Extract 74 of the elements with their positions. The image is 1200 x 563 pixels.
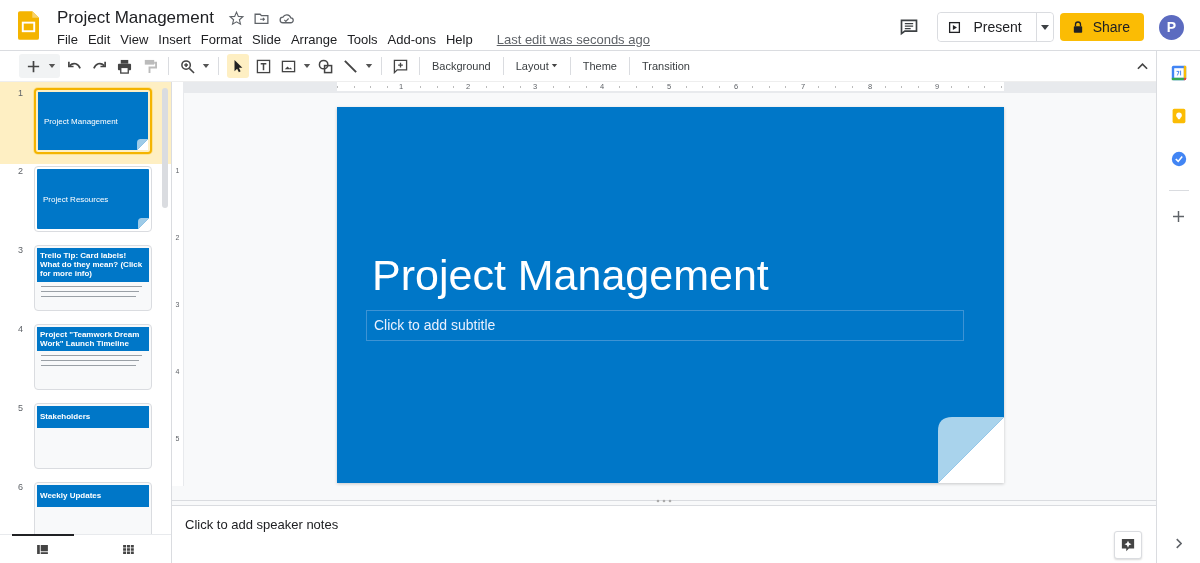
share-button[interactable]: Share: [1059, 13, 1144, 41]
slide-thumbnail[interactable]: Stakeholders: [34, 403, 152, 469]
explore-icon: [1121, 538, 1135, 552]
grid-icon: [122, 545, 134, 554]
menu-item[interactable]: Help: [445, 30, 479, 49]
thumbnail-title: Project "Teamwork Dream Work" Launch Timeline: [40, 330, 141, 349]
print-icon[interactable]: [117, 58, 132, 74]
toolbar-button[interactable]: Theme: [578, 60, 621, 72]
thumbnail-title: Trello Tip: Card labels! What do they mean? (Click for more info): [40, 251, 144, 279]
speaker-notes-field[interactable]: Click to add speaker notes: [185, 517, 339, 532]
line-icon[interactable]: [343, 58, 358, 74]
menu-item[interactable]: File: [57, 30, 84, 49]
shape-icon[interactable]: [318, 58, 333, 74]
slide-number: 5: [17, 403, 24, 413]
thumbnail-title: Stakeholders: [40, 412, 91, 422]
tasks-icon[interactable]: [1170, 151, 1187, 167]
zoom-icon[interactable]: [180, 58, 195, 74]
slide-number: 1: [17, 88, 24, 98]
calendar-icon[interactable]: [1170, 65, 1187, 81]
slide-thumbnail[interactable]: Project "Teamwork Dream Work" Launch Timeline: [34, 324, 152, 390]
slide-canvas[interactable]: Project Management Click to add subtitle: [337, 107, 1004, 483]
toolbar-button[interactable]: Background: [428, 60, 495, 72]
explore-button[interactable]: [1114, 531, 1142, 559]
menu-item[interactable]: Tools: [347, 30, 384, 49]
menu-item[interactable]: Add-ons: [387, 30, 442, 49]
new-slide-icon[interactable]: [26, 58, 41, 74]
image-icon[interactable]: [281, 58, 296, 74]
account-avatar[interactable]: P: [1159, 14, 1184, 40]
scrollbar[interactable]: [162, 88, 168, 208]
slide-number: 3: [17, 245, 24, 255]
thumbnail-title: Project Resources: [42, 194, 109, 204]
caret-icon[interactable]: [202, 63, 210, 69]
toolbar-button[interactable]: Transition: [638, 60, 694, 72]
caret-icon[interactable]: [303, 63, 311, 69]
document-title[interactable]: Project Management: [57, 8, 214, 28]
thumbnail-title: Project Management: [43, 116, 118, 126]
slide-number: 6: [17, 482, 24, 492]
last-edit-link[interactable]: Last edit was seconds ago: [496, 32, 650, 47]
lock-icon: [1072, 21, 1083, 33]
menu-item[interactable]: View: [120, 30, 155, 49]
slide-thumbnail[interactable]: Project Management: [34, 88, 152, 154]
add-icon[interactable]: [1173, 211, 1184, 222]
play-icon: [948, 20, 962, 34]
comments-icon[interactable]: [899, 17, 920, 37]
slide-thumbnail[interactable]: Weekly Updates: [34, 482, 152, 534]
menu-item[interactable]: Edit: [87, 30, 117, 49]
caret-icon: [550, 64, 558, 68]
present-button[interactable]: Present: [938, 13, 1037, 41]
select-tool[interactable]: [227, 54, 249, 78]
expand-panel-icon[interactable]: [1175, 538, 1182, 549]
page-curl-icon: [138, 218, 149, 229]
slide-thumbnail[interactable]: Trello Tip: Card labels! What do they mean? (Click for more info): [34, 245, 152, 311]
resize-handle-icon[interactable]: [656, 499, 672, 503]
slide-number: 4: [17, 324, 24, 334]
menu-item[interactable]: Slide: [252, 30, 287, 49]
menu-item[interactable]: Insert: [158, 30, 197, 49]
star-icon[interactable]: [227, 9, 245, 27]
page-curl-icon: [137, 139, 148, 150]
toolbar-button[interactable]: Layout: [511, 60, 562, 72]
caret-icon: [1040, 24, 1049, 30]
page-curl-icon: [938, 417, 1004, 483]
thumbnail-title: Weekly Updates: [40, 491, 102, 501]
menu-item[interactable]: Format: [200, 30, 248, 49]
caret-icon[interactable]: [365, 63, 373, 69]
slide-title[interactable]: Project Management: [372, 250, 769, 300]
menu-item[interactable]: Arrange: [290, 30, 344, 49]
slide-thumbnail[interactable]: Project Resources: [34, 166, 152, 232]
add-comment-icon[interactable]: [393, 58, 408, 74]
filmstrip-icon: [37, 545, 49, 554]
caret-icon[interactable]: [48, 63, 56, 69]
text-box-icon[interactable]: [256, 58, 271, 74]
subtitle-placeholder[interactable]: Click to add subtitle: [366, 310, 964, 341]
collapse-icon[interactable]: [1137, 62, 1148, 70]
slide-number: 2: [17, 166, 24, 176]
